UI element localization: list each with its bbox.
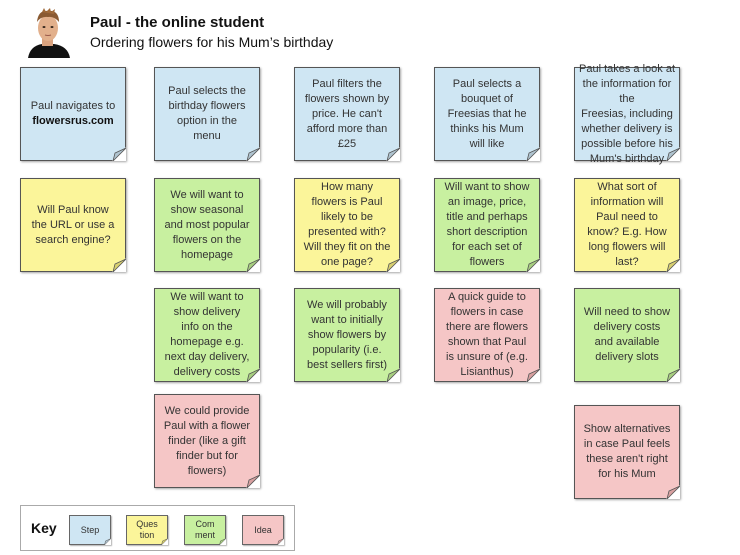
comment-note: We will probably want to initially show … bbox=[294, 288, 400, 382]
page-curl-icon bbox=[666, 485, 680, 499]
question-note: What sort of information will Paul need … bbox=[574, 178, 680, 272]
page-curl-icon bbox=[112, 147, 126, 161]
legend-title: Key bbox=[31, 520, 57, 536]
note-text: Will want to show an image, price, title… bbox=[444, 181, 530, 268]
legend-item-comment: Com ment bbox=[184, 515, 226, 545]
page-curl-icon bbox=[104, 538, 111, 545]
page-curl-icon bbox=[386, 368, 400, 382]
page-curl-icon bbox=[246, 474, 260, 488]
page-curl-icon bbox=[386, 258, 400, 272]
note-text: Will need to show delivery costs and ava… bbox=[583, 306, 671, 363]
note-text: A quick guide to flowers in case there a… bbox=[446, 291, 528, 378]
legend-item-step: Step bbox=[69, 515, 111, 545]
page-curl-icon bbox=[386, 147, 400, 161]
note-text: Show alternatives in case Paul feels the… bbox=[583, 423, 671, 480]
website-url: flowersrus.com bbox=[32, 115, 114, 127]
page-curl-icon bbox=[526, 147, 540, 161]
note-text: We will probably want to initially show … bbox=[306, 298, 388, 371]
idea-note: Show alternatives in case Paul feels the… bbox=[574, 405, 680, 499]
page-curl-icon bbox=[246, 147, 260, 161]
legend-label: Ques tion bbox=[136, 519, 158, 540]
step-note-4: Paul selects a bouquet of Freesias that … bbox=[434, 67, 540, 161]
note-text: We will want to show seasonal and most p… bbox=[164, 188, 250, 261]
idea-note: A quick guide to flowers in case there a… bbox=[434, 288, 540, 382]
page-curl-icon bbox=[246, 368, 260, 382]
note-text: We will want to show delivery info on th… bbox=[164, 291, 250, 378]
page-curl-icon bbox=[246, 258, 260, 272]
page-curl-icon bbox=[666, 368, 680, 382]
page-curl-icon bbox=[666, 147, 680, 161]
page-title: Paul - the online student bbox=[90, 14, 265, 31]
legend-label: Idea bbox=[254, 524, 272, 535]
page-curl-icon bbox=[526, 258, 540, 272]
idea-note: We could provide Paul with a flower find… bbox=[154, 394, 260, 488]
comment-note: We will want to show delivery info on th… bbox=[154, 288, 260, 382]
note-text: How many flowers is Paul likely to be pr… bbox=[303, 181, 391, 268]
note-text: Paul takes a look at the information for… bbox=[579, 62, 676, 165]
comment-note: Will need to show delivery costs and ava… bbox=[574, 288, 680, 382]
legend-label: Com ment bbox=[194, 519, 215, 540]
page-curl-icon bbox=[666, 258, 680, 272]
comment-note: We will want to show seasonal and most p… bbox=[154, 178, 260, 272]
page-subtitle: Ordering flowers for his Mum’s birthday bbox=[90, 34, 334, 50]
step-note-text: Paul navigates to bbox=[30, 100, 116, 112]
note-text: Will Paul know the URL or use a search e… bbox=[31, 203, 115, 246]
page-curl-icon bbox=[219, 538, 226, 545]
step-note-2: Paul selects the birthday flowers option… bbox=[154, 67, 260, 161]
step-note-3: Paul filters the flowers shown by price.… bbox=[294, 67, 400, 161]
page-curl-icon bbox=[526, 368, 540, 382]
legend-item-idea: Idea bbox=[242, 515, 284, 545]
page-curl-icon bbox=[277, 538, 284, 545]
note-text: What sort of information will Paul need … bbox=[587, 181, 667, 268]
comment-note: Will want to show an image, price, title… bbox=[434, 178, 540, 272]
legend-item-question: Ques tion bbox=[126, 515, 168, 545]
question-note: Will Paul know the URL or use a search e… bbox=[20, 178, 126, 272]
legend-label: Step bbox=[80, 524, 100, 535]
step-note-5: Paul takes a look at the information for… bbox=[574, 63, 680, 165]
legend: Key Step Ques tion Com ment Idea bbox=[20, 505, 295, 551]
note-text: Paul filters the flowers shown by price.… bbox=[304, 77, 390, 150]
note-text: Paul selects a bouquet of Freesias that … bbox=[447, 77, 527, 150]
note-text: We could provide Paul with a flower find… bbox=[163, 404, 251, 477]
step-note-1: Paul navigates to flowersrus.com bbox=[20, 67, 126, 161]
person-portrait-icon bbox=[24, 8, 72, 58]
question-note: How many flowers is Paul likely to be pr… bbox=[294, 178, 400, 272]
page-curl-icon bbox=[112, 258, 126, 272]
note-text: Paul selects the birthday flowers option… bbox=[168, 85, 246, 142]
page-curl-icon bbox=[161, 538, 168, 545]
